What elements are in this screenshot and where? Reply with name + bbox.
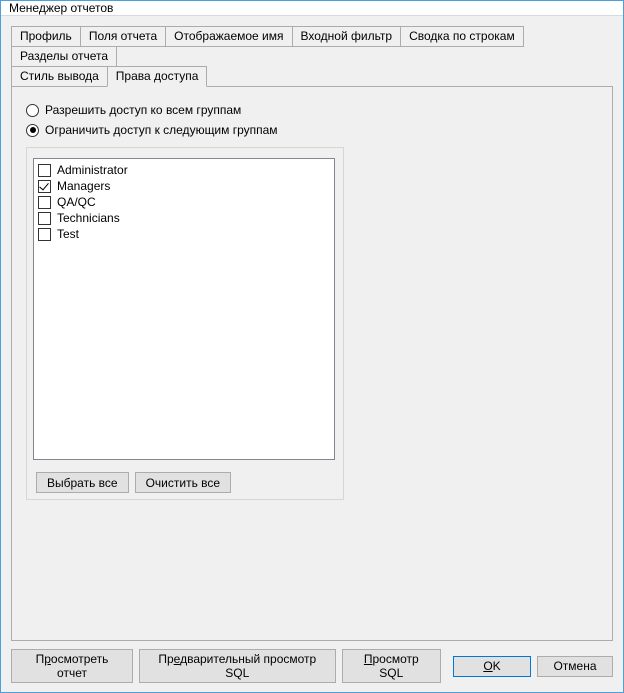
group-name: Test (57, 227, 79, 241)
tab-panel-access: Разрешить доступ ко всем группам Огранич… (11, 86, 613, 641)
group-name: Technicians (57, 211, 120, 225)
checkbox-icon[interactable] (38, 228, 51, 241)
tab-input-filter[interactable]: Входной фильтр (292, 26, 402, 47)
list-item[interactable]: Administrator (38, 163, 330, 179)
checkbox-icon[interactable] (38, 164, 51, 177)
title-bar: Менеджер отчетов (1, 1, 623, 16)
ok-button[interactable]: OK (453, 656, 531, 677)
content-area: Профиль Поля отчета Отображаемое имя Вхо… (1, 16, 623, 641)
group-name: Managers (57, 179, 110, 193)
groups-button-row: Выбрать все Очистить все (36, 472, 337, 493)
radio-limit-groups[interactable]: Ограничить доступ к следующим группам (26, 123, 598, 137)
view-report-button[interactable]: Просмотреть отчет (11, 649, 133, 683)
list-item[interactable]: QA/QC (38, 195, 330, 211)
radio-allow-all-label: Разрешить доступ ко всем группам (45, 103, 241, 117)
tab-output-style[interactable]: Стиль вывода (11, 66, 108, 87)
list-item[interactable]: Test (38, 227, 330, 243)
list-item[interactable]: Managers (38, 179, 330, 195)
group-name: QA/QC (57, 195, 96, 209)
tabstrip-row1: Профиль Поля отчета Отображаемое имя Вхо… (11, 26, 613, 66)
tab-display-name[interactable]: Отображаемое имя (165, 26, 292, 47)
groups-frame: Administrator Managers QA/QC Technicians (26, 147, 344, 500)
select-all-button[interactable]: Выбрать все (36, 472, 129, 493)
group-name: Administrator (57, 163, 128, 177)
cancel-button[interactable]: Отмена (537, 656, 613, 677)
tab-report-sections[interactable]: Разделы отчета (11, 46, 117, 67)
tab-report-fields[interactable]: Поля отчета (80, 26, 166, 47)
radio-icon (26, 104, 39, 117)
dialog-window: Менеджер отчетов Профиль Поля отчета Ото… (0, 0, 624, 693)
tabstrip-row2: Стиль вывода Права доступа (11, 66, 613, 86)
dialog-footer: Просмотреть отчет Предварительный просмо… (1, 641, 623, 693)
checkbox-icon[interactable] (38, 212, 51, 225)
tab-row-summary[interactable]: Сводка по строкам (400, 26, 524, 47)
tab-profile[interactable]: Профиль (11, 26, 81, 47)
radio-allow-all[interactable]: Разрешить доступ ко всем группам (26, 103, 598, 117)
radio-dot-icon (30, 127, 36, 133)
radio-icon (26, 124, 39, 137)
window-title: Менеджер отчетов (9, 1, 113, 15)
checkbox-icon[interactable] (38, 180, 51, 193)
tab-access-rights[interactable]: Права доступа (107, 66, 208, 87)
list-item[interactable]: Technicians (38, 211, 330, 227)
preview-sql-button[interactable]: Предварительный просмотр SQL (139, 649, 336, 683)
radio-limit-label: Ограничить доступ к следующим группам (45, 123, 278, 137)
groups-listbox[interactable]: Administrator Managers QA/QC Technicians (33, 158, 335, 460)
checkbox-icon[interactable] (38, 196, 51, 209)
view-sql-button[interactable]: Просмотр SQL (342, 649, 441, 683)
clear-all-button[interactable]: Очистить все (135, 472, 231, 493)
